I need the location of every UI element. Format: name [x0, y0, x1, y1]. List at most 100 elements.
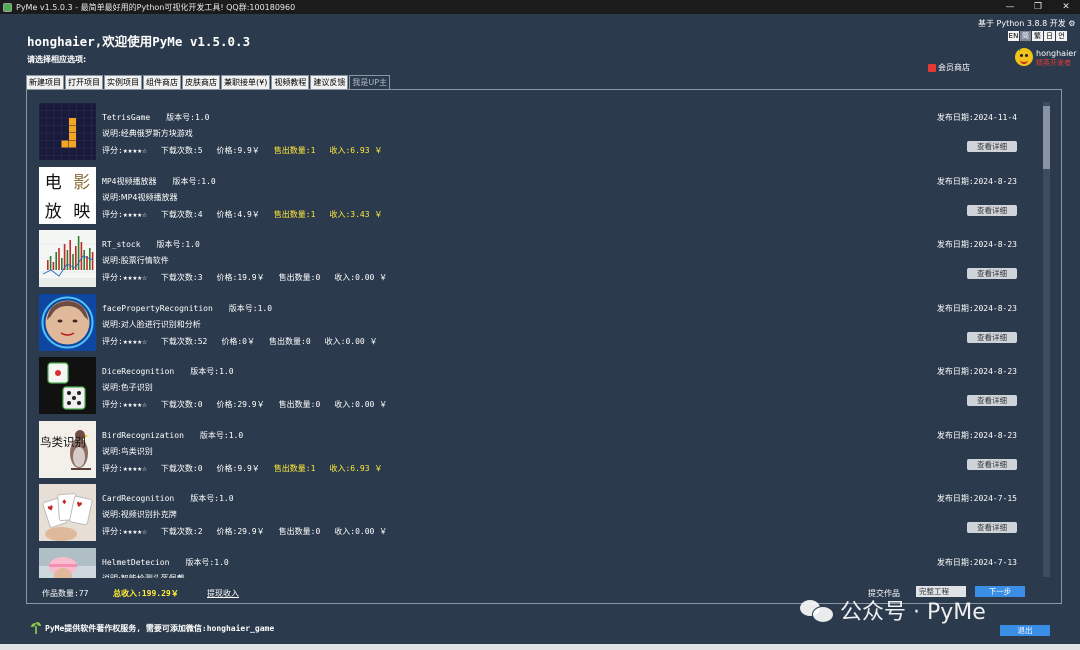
view-details-button[interactable]: 查看详细: [967, 395, 1017, 406]
work-price: 价格:29.9￥: [216, 400, 265, 409]
work-version: 版本号:1.0: [190, 494, 234, 503]
dice-thumbnail: [39, 357, 96, 414]
maximize-button[interactable]: ❐: [1024, 0, 1052, 14]
work-thumbnail: [39, 547, 96, 578]
work-publish-date: 发布日期:2024-8-23: [936, 240, 1017, 249]
work-price: 价格:29.9￥: [216, 527, 265, 536]
work-description: 说明:MP4视频播放器: [102, 192, 178, 202]
scrollbar-thumb[interactable]: [1043, 106, 1050, 169]
work-publish-date: 发布日期:2024-8-23: [936, 430, 1017, 440]
tab-freelance-jobs[interactable]: 兼职接单(¥): [221, 75, 271, 89]
work-item: 电影放映 MP4视频播放器 版本号:1.0 说明:MP4视频播放器 评分:★★★★☆ 下载…: [37, 165, 1039, 228]
work-stats: 评分:★★★★☆ 下载次数:5 价格:9.9￥ 售出数量:1 收入:6.93 ￥: [102, 145, 396, 156]
work-income: 收入:0.00 ￥: [334, 273, 388, 282]
stock-chart-thumbnail: [39, 230, 96, 287]
work-income: 收入:0.00 ￥: [324, 336, 378, 346]
language-switcher: EN 简 繁 日 언: [1008, 31, 1067, 41]
work-name: TetrisGame: [102, 113, 151, 122]
wechat-icon: [800, 598, 834, 623]
exit-button[interactable]: 退出: [1000, 625, 1050, 636]
work-thumbnail: [39, 293, 96, 351]
tab-video-tutorials[interactable]: 视频教程: [271, 75, 310, 89]
work-item: HelmetDetecion版本号:1.0说明:智能检测头盔佩戴评分:★★★★☆…: [37, 546, 1039, 578]
work-sold: 售出数量:0: [278, 527, 321, 536]
work-downloads: 下载次数:5: [160, 146, 203, 155]
work-rating: 评分:★★★★☆: [102, 209, 147, 219]
work-name: DiceRecognition: [102, 367, 175, 376]
member-shop-link[interactable]: 会员商店: [928, 62, 970, 73]
work-downloads: 下载次数:52: [160, 336, 208, 346]
work-version: 版本号:1.0: [228, 303, 273, 313]
work-stats: 评分:★★★★☆ 下载次数:0 价格:9.9￥ 售出数量:1 收入:6.93 ￥: [102, 463, 396, 474]
view-details-button[interactable]: 查看详细: [967, 268, 1017, 279]
view-details-button[interactable]: 查看详细: [967, 522, 1017, 533]
lang-ja-button[interactable]: 日: [1044, 31, 1055, 41]
tab-component-store[interactable]: 组件商店: [143, 75, 181, 89]
title-bar: PyMe v1.5.0.3 - 最简单最好用的Python可视化开发工具! QQ…: [0, 0, 1080, 14]
service-info: PyMe提供软件著作权服务, 需要可添加微信:honghaier_game: [31, 622, 274, 634]
minimize-button[interactable]: —: [996, 0, 1024, 14]
tab-open-project[interactable]: 打开项目: [65, 75, 103, 89]
withdraw-link[interactable]: 提现收入: [207, 588, 239, 599]
work-publish-date: 发布日期:2024-7-15: [936, 494, 1017, 503]
work-price: 价格:0￥: [221, 336, 255, 346]
view-details-button[interactable]: 查看详细: [967, 204, 1017, 216]
lang-zh-simplified-button[interactable]: 简: [1020, 31, 1031, 41]
lang-ko-button[interactable]: 언: [1056, 31, 1067, 41]
member-shop-label: 会员商店: [938, 63, 970, 72]
work-income: 收入:3.43 ￥: [329, 209, 383, 219]
work-stats: 评分:★★★★☆ 下载次数:0 价格:29.9￥ 售出数量:0 收入:0.00 ￥: [102, 399, 401, 410]
work-price: 价格:9.9￥: [216, 463, 260, 473]
window-title: PyMe v1.5.0.3 - 最简单最好用的Python可视化开发工具! QQ…: [16, 2, 296, 12]
work-thumbnail: 鸟类识别: [39, 420, 96, 478]
work-description: 说明:股票行情软件: [102, 256, 169, 265]
work-sold: 售出数量:1: [273, 146, 316, 155]
work-item: 鸟类识别 BirdRecognization 版本号:1.0 说明:鸟类识别 评分:★★…: [37, 419, 1039, 482]
work-stats: 评分:★★★★☆ 下载次数:4 价格:4.9￥ 售出数量:1 收入:3.43 ￥: [102, 209, 396, 220]
watermark-text: 公众号 · PyMe: [840, 600, 986, 625]
work-publish-date: 发布日期:2024-8-23: [936, 176, 1017, 186]
bird-thumbnail: 鸟类识别: [39, 420, 96, 478]
work-sold: 售出数量:0: [269, 336, 311, 346]
work-title-line: facePropertyRecognition 版本号:1.0: [102, 303, 272, 314]
view-details-button[interactable]: 查看详细: [967, 331, 1017, 343]
tab-i-am-up[interactable]: 我是UP主: [349, 75, 391, 89]
work-thumbnail: 电影放映: [39, 166, 96, 224]
work-downloads: 下载次数:0: [160, 400, 203, 409]
work-price: 价格:9.9￥: [216, 146, 260, 155]
service-info-text: PyMe提供软件著作权服务, 需要可添加微信:honghaier_game: [45, 623, 275, 633]
view-details-button[interactable]: 查看详细: [967, 458, 1017, 470]
work-rating: 评分:★★★★☆: [102, 400, 147, 409]
tab-new-project[interactable]: 新建项目: [26, 75, 64, 89]
svg-text:♦: ♦: [61, 498, 68, 506]
work-version: 版本号:1.0: [166, 113, 210, 122]
tab-skin-store[interactable]: 皮肤商店: [182, 75, 220, 89]
work-rating: 评分:★★★★☆: [102, 273, 147, 282]
work-thumbnail: [39, 103, 96, 160]
user-avatar[interactable]: UP: [1015, 48, 1033, 66]
up-badge: UP: [1015, 48, 1023, 53]
work-price: 价格:19.9￥: [216, 273, 265, 282]
work-stats: 评分:★★★★☆ 下载次数:3 价格:19.9￥ 售出数量:0 收入:0.00 ￥: [102, 272, 401, 283]
tab-example-projects[interactable]: 实例项目: [104, 75, 142, 89]
work-thumbnail: [39, 230, 96, 287]
close-button[interactable]: ✕: [1052, 0, 1080, 14]
view-details-button[interactable]: 查看详细: [967, 141, 1017, 152]
work-thumbnail: [39, 357, 96, 414]
lang-en-button[interactable]: EN: [1008, 31, 1019, 41]
list-scrollbar[interactable]: [1043, 102, 1050, 577]
work-downloads: 下载次数:3: [160, 273, 203, 282]
python-version-info: 基于 Python 3.8.8 开发 ⚙: [978, 19, 1076, 28]
work-item: ♥ ♦ ♥ CardRecognition 版本号:1.0 说明:视频识别扑克牌 评分:★★…: [37, 482, 1039, 545]
work-name: RT_stock: [102, 240, 141, 249]
watermark: 公众号 · PyMe: [800, 594, 986, 626]
options-prompt: 请选择相应选项:: [27, 55, 87, 64]
tab-feedback[interactable]: 建议反馈: [310, 75, 349, 89]
lang-zh-traditional-button[interactable]: 繁: [1032, 31, 1043, 41]
bottom-strip: [0, 644, 1080, 650]
work-price: 价格:4.9￥: [216, 209, 260, 219]
work-title-line: BirdRecognization 版本号:1.0: [102, 430, 243, 441]
work-stats: 评分:★★★★☆ 下载次数:52 价格:0￥ 售出数量:0 收入:0.00 ￥: [102, 336, 392, 347]
work-sold: 售出数量:0: [278, 273, 321, 282]
face-thumbnail: [39, 293, 96, 351]
